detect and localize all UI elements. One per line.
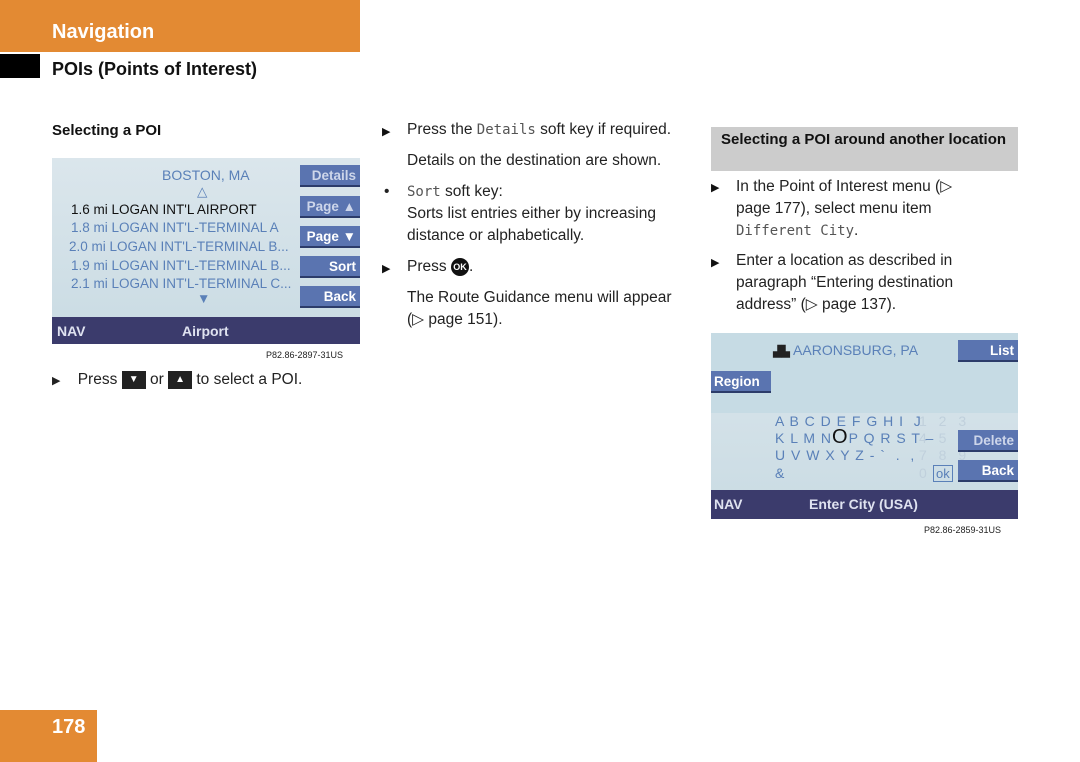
- sort-softkey[interactable]: Sort: [300, 256, 360, 278]
- step-details: Press the Details soft key if required.: [407, 121, 672, 138]
- poi-item[interactable]: 1.8 mi LOGAN INT'L-TERMINAL A: [71, 220, 279, 235]
- step-arrow-icon: ▶: [382, 263, 391, 275]
- step-different-city: In the Point of Interest menu (▷ page 17…: [736, 178, 953, 239]
- step-arrow-icon: ▶: [382, 126, 391, 138]
- section-title: Navigation: [52, 21, 155, 43]
- poi-item[interactable]: 2.1 mi LOGAN INT'L-TERMINAL C...: [71, 276, 291, 291]
- up-key-icon: ▲: [168, 370, 193, 389]
- enter-city-screen: ▟▙ AARONSBURG, PA List Region A B C D E …: [711, 333, 1018, 519]
- status-bar: NAV Enter City (USA): [711, 490, 1018, 519]
- mode-label: Airport: [182, 323, 229, 339]
- step-arrow-icon: ▶: [711, 182, 720, 194]
- back-softkey[interactable]: Back: [300, 286, 360, 308]
- poi-list-screen: BOSTON, MA △ 1.6 mi LOGAN INT'L AIRPORT …: [52, 158, 360, 344]
- page-up-softkey[interactable]: Page ▲: [300, 196, 360, 218]
- step-select-poi: ▶ Press ▼ or ▲ to select a POI.: [52, 370, 303, 389]
- page-number: 178: [52, 716, 86, 738]
- step-arrow-icon: ▶: [52, 375, 61, 387]
- ok-button-icon: OK: [450, 257, 469, 276]
- right-heading: Selecting a POI around another location: [711, 127, 1018, 171]
- step-press-ok-result: The Route Guidance menu will appear (▷ p…: [407, 289, 672, 328]
- city-label: BOSTON, MA: [162, 167, 250, 183]
- region-softkey[interactable]: Region: [711, 371, 771, 393]
- back-softkey[interactable]: Back: [958, 460, 1018, 482]
- page-down-softkey[interactable]: Page ▼: [300, 226, 360, 248]
- poi-item[interactable]: 2.0 mi LOGAN INT'L-TERMINAL B...: [69, 239, 289, 254]
- scroll-up-icon[interactable]: △: [197, 184, 207, 200]
- keyboard-row-4[interactable]: &: [775, 465, 785, 481]
- ok-key[interactable]: ok: [933, 465, 953, 482]
- nav-label: NAV: [714, 496, 743, 512]
- list-softkey[interactable]: List: [958, 340, 1018, 362]
- selection-cursor: O: [832, 426, 849, 448]
- scroll-down-icon[interactable]: ▼: [197, 291, 210, 306]
- step-details-result: Details on the destination are shown.: [407, 152, 662, 169]
- figure-caption: P82.86-2859-31US: [924, 525, 1002, 535]
- details-softkey[interactable]: Details: [300, 165, 360, 187]
- down-key-icon: ▼: [121, 370, 146, 389]
- figure-caption: P82.86-2897-31US: [266, 350, 344, 360]
- nav-label: NAV: [57, 323, 86, 339]
- sort-note: Sort soft key: Sorts list entries either …: [407, 183, 656, 244]
- keyboard-row-2[interactable]: K L M NOP Q R S T –: [775, 427, 934, 447]
- delete-softkey[interactable]: Delete: [958, 430, 1018, 452]
- left-heading: Selecting a POI: [52, 122, 162, 139]
- bullet-icon: •: [384, 183, 390, 200]
- status-bar: NAV Airport: [52, 317, 360, 344]
- poi-item-selected[interactable]: 1.6 mi LOGAN INT'L AIRPORT: [71, 202, 257, 217]
- keyboard-row-3[interactable]: U V W X Y Z - ` . ,: [775, 447, 915, 463]
- section-marker: [0, 54, 40, 78]
- city-field[interactable]: ▟▙ AARONSBURG, PA: [773, 342, 918, 358]
- poi-item[interactable]: 1.9 mi LOGAN INT'L-TERMINAL B...: [71, 258, 291, 273]
- digits-row-1[interactable]: 1 2 3: [919, 413, 970, 429]
- section-header: Navigation: [0, 0, 360, 52]
- page-subtitle: POIs (Points of Interest): [52, 59, 258, 79]
- city-icon: ▟▙: [773, 346, 790, 358]
- mode-label: Enter City (USA): [809, 496, 918, 512]
- digits-row-4[interactable]: 0: [919, 465, 931, 481]
- step-enter-location: Enter a location as described in paragra…: [736, 252, 954, 313]
- step-arrow-icon: ▶: [711, 257, 720, 269]
- page-number-tab: 178: [0, 710, 97, 762]
- step-press-ok: Press OK.: [407, 257, 474, 276]
